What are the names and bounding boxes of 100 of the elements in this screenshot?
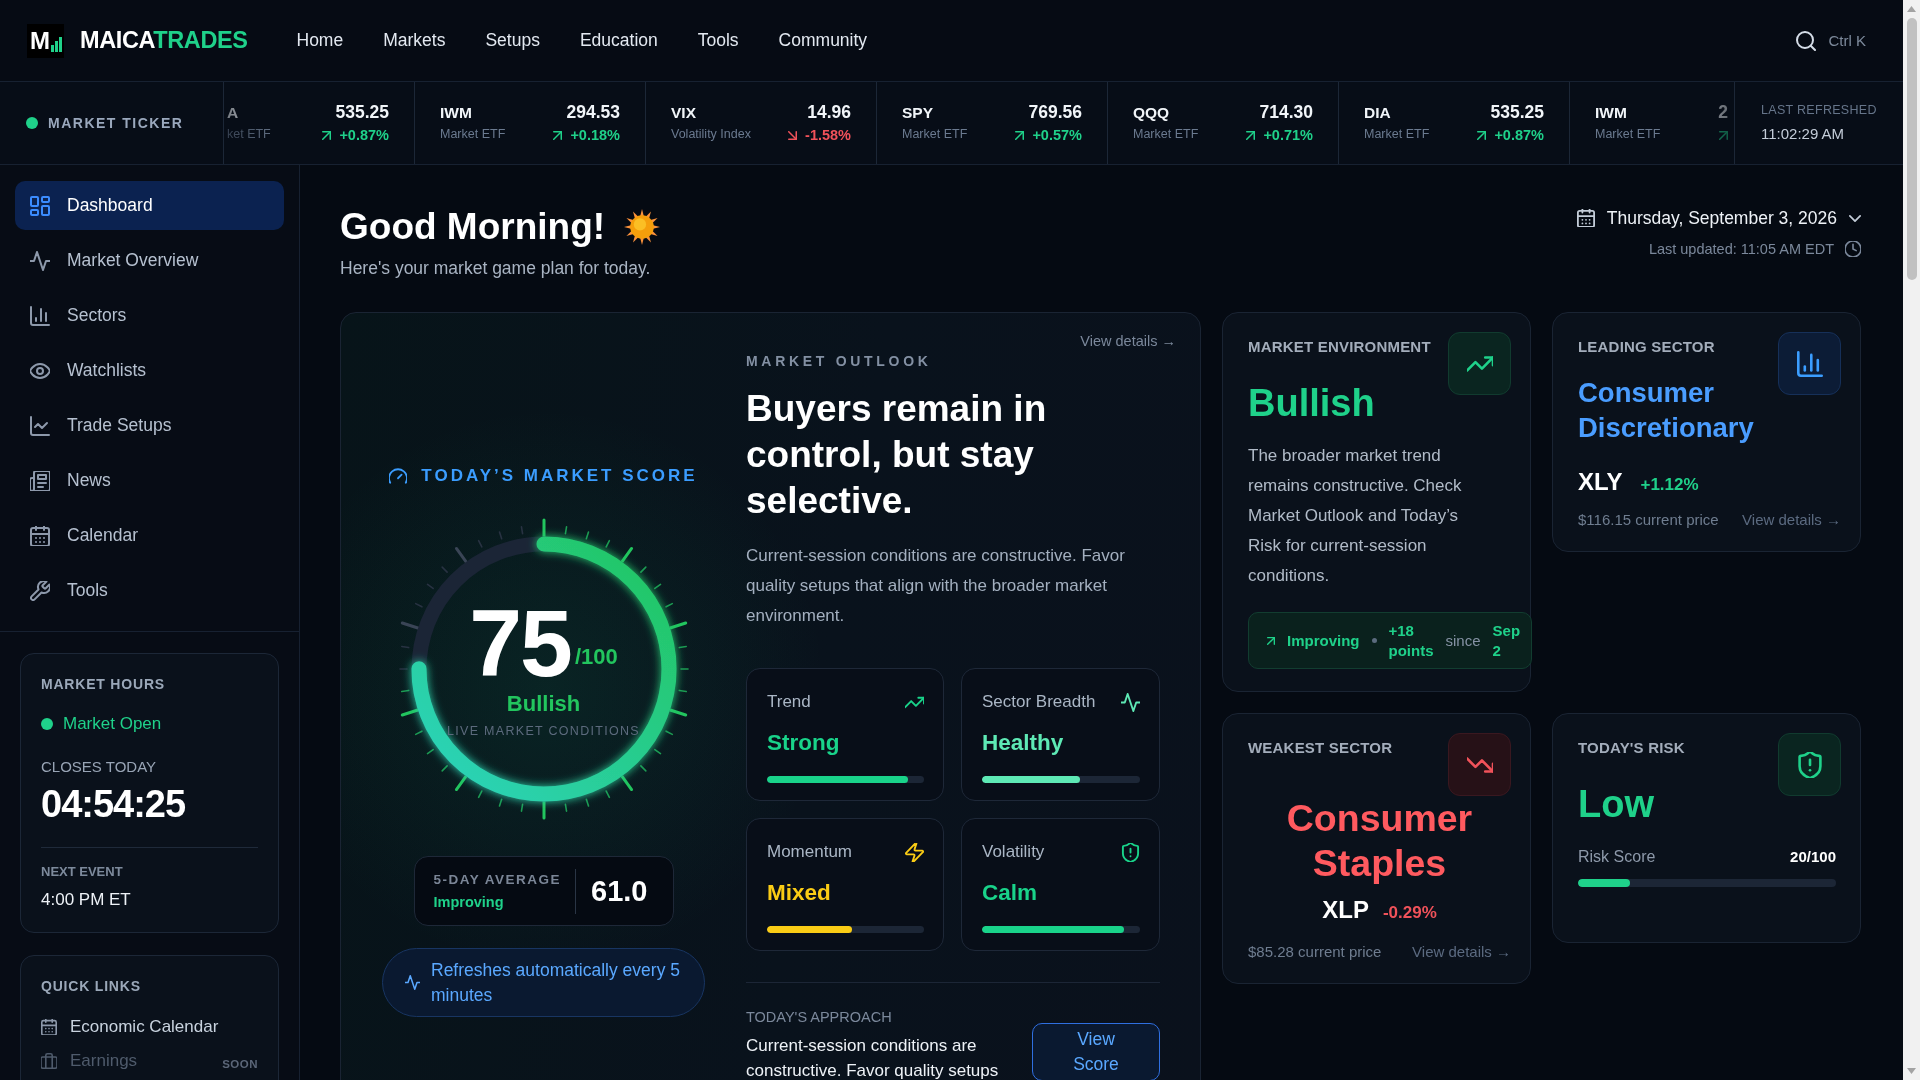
calendar-icon [30, 525, 50, 546]
metric-label: Volatility [982, 842, 1045, 862]
ticker-price: 769.56 [1028, 102, 1082, 122]
eye-icon [30, 360, 50, 381]
change-trend: Improving [1287, 630, 1360, 651]
next-event: 4:00 PM ET [41, 890, 132, 910]
market-status: Market Open [63, 714, 162, 734]
nav-link[interactable]: Markets [383, 30, 446, 51]
ticker-name: Volatility Index [671, 127, 751, 142]
sector-price: $116.15 current price [1578, 511, 1719, 529]
pulse-icon [405, 975, 420, 990]
section-label: TODAY'S APPROACH [746, 1009, 893, 1026]
ticker-change: -1.58% [805, 126, 851, 144]
ticker-symbol: DIA [1364, 104, 1392, 122]
down-arrow-icon [1907, 1068, 1916, 1074]
line-chart-icon [30, 415, 50, 436]
search-button[interactable]: Ctrl K [1795, 30, 1866, 51]
metric-value: Calm [982, 880, 1039, 906]
nav-link[interactable]: Education [579, 30, 658, 51]
metric-label: Sector Breadth [982, 692, 1096, 712]
ticker-price: 14.96 [807, 102, 851, 122]
last-updated: Last updated: 11:05 AM EDT [1648, 240, 1834, 258]
refresh-time: 11:02:29 AM [1761, 125, 1846, 143]
briefcase-icon [41, 1053, 57, 1069]
ticker-symbol: IWM [1595, 104, 1628, 122]
ticker-symbol: VIX [671, 104, 697, 122]
metric-value: Strong [767, 730, 841, 756]
change-date: Sep 2 [1492, 620, 1521, 661]
up-arrow-icon [1907, 6, 1916, 12]
bullet-icon [1371, 638, 1377, 643]
scrollbar[interactable] [1903, 0, 1920, 1080]
search-icon [1795, 30, 1816, 51]
average-trend: Improving [433, 893, 505, 911]
card-title: TODAY'S RISK [1578, 739, 1686, 757]
ticker-name: ket ETF [227, 127, 271, 142]
sidebar-item[interactable]: News [15, 456, 284, 505]
greeting-title: Good Morning! [340, 205, 606, 249]
brand-name: MAICATRADES [80, 27, 248, 54]
ticker-symbol: IWM [440, 104, 473, 122]
closes-label: CLOSES TODAY [41, 758, 158, 776]
sector-symbol: XLP [1322, 896, 1369, 924]
outlook-headline: Buyers remain in control, but stay selective. [746, 387, 1048, 523]
card-title: LEADING SECTOR [1578, 338, 1716, 356]
logo-mark: M [27, 23, 64, 58]
sidebar-item[interactable]: Sectors [15, 291, 284, 340]
environment-summary: The broader market trend remains constructive. Check Market Outlook and Today’s Risk for current-session conditions. [1248, 445, 1463, 587]
risk-score-label: Risk Score [1578, 847, 1656, 867]
environment-rating: Bullish [1248, 381, 1376, 426]
score-rating: Bullish [506, 691, 581, 717]
ticker-symbol: QQQ [1133, 104, 1171, 122]
ticker-change: +0.87% [1494, 126, 1544, 144]
lightning-icon [905, 842, 924, 862]
ticker-name: Market ETF [440, 127, 506, 142]
view-score-button[interactable]: View Score [1032, 1023, 1160, 1080]
next-event-label: NEXT EVENT [41, 864, 124, 880]
sidebar-item[interactable]: Calendar [15, 511, 284, 560]
ticker-name: Market ETF [1133, 127, 1199, 142]
sidebar-item[interactable]: Watchlists [15, 346, 284, 395]
pulse-icon [30, 250, 50, 271]
grid-icon [30, 195, 50, 216]
sidebar-item[interactable]: Tools [15, 566, 284, 615]
availability-label: SOON [222, 1057, 258, 1071]
ticker-change: +0.87% [339, 126, 389, 144]
date-picker[interactable]: Thursday, September 3, 2026 [1576, 207, 1861, 229]
ticker-change: +0.57% [1032, 126, 1082, 144]
sector-change: -0.29% [1382, 903, 1437, 923]
score-caption: LIVE MARKET CONDITIONS [447, 723, 640, 739]
ticker-price: 535.25 [1490, 102, 1544, 122]
card-title: QUICK LINKS [41, 978, 142, 995]
wrench-icon [30, 580, 50, 601]
arrow-up-right-icon [1267, 636, 1275, 645]
sidebar-item[interactable]: Dashboard [15, 181, 284, 230]
nav-link[interactable]: Setups [485, 30, 540, 51]
sun-icon [624, 209, 661, 245]
section-label: MARKET OUTLOOK [746, 353, 933, 370]
nav-link[interactable]: Community [778, 30, 868, 51]
card-title: WEAKEST SECTOR [1248, 739, 1394, 757]
calendar-icon [41, 1019, 57, 1035]
ticker-change: +0.18% [570, 126, 620, 144]
average-value: 61.0 [591, 874, 648, 908]
newspaper-icon [30, 470, 50, 491]
quick-link[interactable]: Economic Calendar [41, 1017, 258, 1037]
metric-label: Trend [767, 692, 811, 712]
nav-link[interactable]: Tools [697, 30, 739, 51]
sidebar-item[interactable]: Trade Setups [15, 401, 284, 450]
ticker-label: MARKET TICKER [48, 115, 184, 131]
metric-label: Momentum [767, 842, 853, 862]
scrollbar-thumb[interactable] [1906, 18, 1917, 280]
approach-text: Current-session conditions are constructive. Favor quality setups [746, 1035, 1000, 1080]
ticker-price: 2 [1718, 102, 1728, 122]
change-since: since [1445, 630, 1481, 651]
ticker-name: Market ETF [1364, 127, 1430, 142]
sidebar-item[interactable]: Market Overview [15, 236, 284, 285]
card-title: MARKET ENVIRONMENT [1248, 338, 1432, 356]
details-link[interactable]: View details → [1080, 332, 1176, 350]
nav-link[interactable]: Home [296, 30, 344, 51]
score-max: /100 [574, 646, 618, 668]
sector-price: $85.28 current price [1248, 943, 1382, 961]
clock-icon [1845, 241, 1861, 257]
ticker-price: 294.53 [566, 102, 620, 122]
